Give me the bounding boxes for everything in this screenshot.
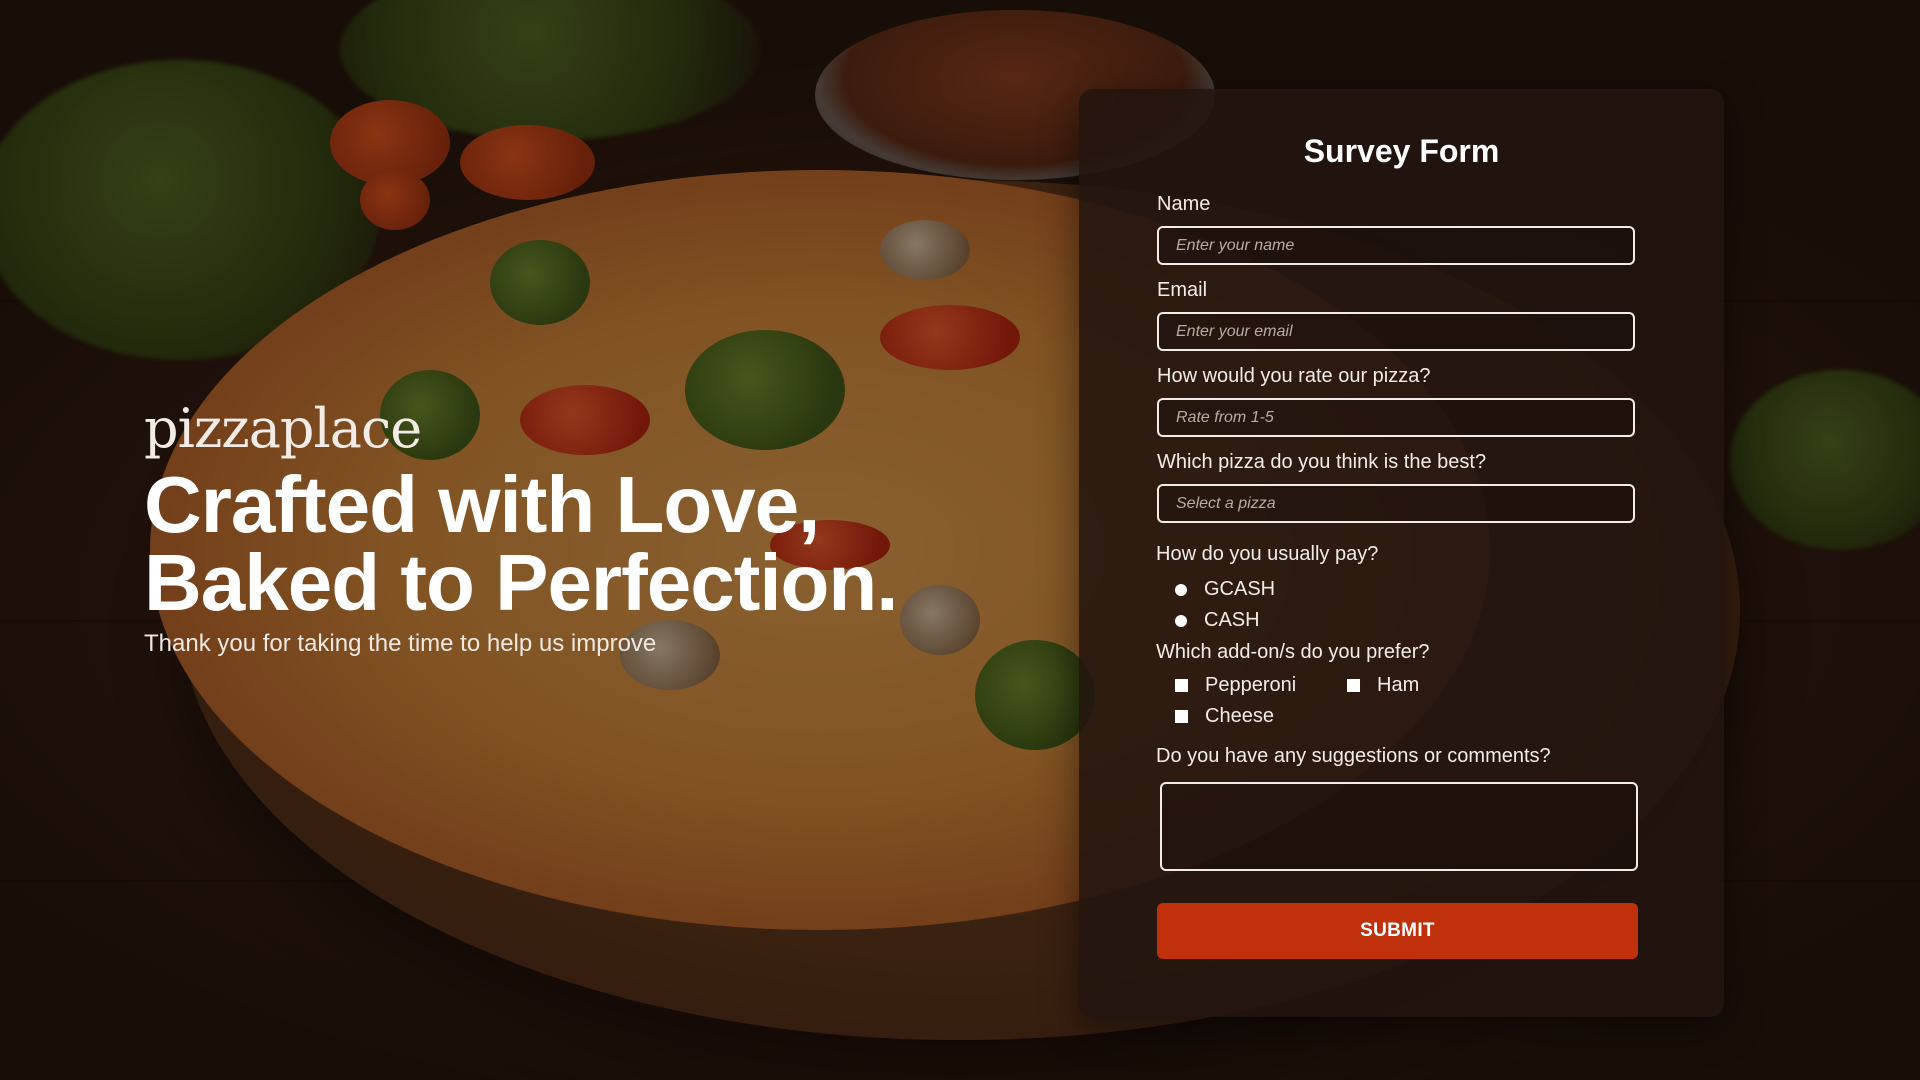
- survey-form-card: Survey Form Name Email How would you rat…: [1079, 89, 1724, 1017]
- addons-label: Which add-on/s do you prefer?: [1156, 641, 1430, 663]
- checkbox-icon: [1175, 679, 1188, 692]
- headline-line-1: Crafted with Love,: [144, 460, 820, 549]
- checkbox-icon: [1175, 710, 1188, 723]
- hero-section: pizzaplace Crafted with Love, Baked to P…: [144, 402, 984, 658]
- best-pizza-label: Which pizza do you think is the best?: [1157, 451, 1487, 473]
- addon-option-label: Pepperoni: [1205, 674, 1297, 696]
- comments-textarea[interactable]: [1160, 782, 1638, 871]
- name-input[interactable]: [1157, 226, 1635, 265]
- addon-option-label: Ham: [1377, 674, 1420, 696]
- addon-option-cheese[interactable]: Cheese: [1175, 705, 1274, 728]
- rating-label: How would you rate our pizza?: [1157, 365, 1431, 387]
- payment-option-cash[interactable]: CASH: [1175, 609, 1260, 632]
- radio-dot-icon: [1175, 583, 1187, 596]
- comments-label: Do you have any suggestions or comments?: [1156, 745, 1551, 767]
- hero-subline: Thank you for taking the time to help us…: [144, 630, 657, 657]
- addon-option-pepperoni[interactable]: Pepperoni: [1175, 674, 1296, 697]
- payment-label: How do you usually pay?: [1156, 543, 1379, 565]
- payment-option-gcash[interactable]: GCASH: [1175, 578, 1275, 601]
- checkbox-icon: [1347, 679, 1360, 692]
- form-title: Survey Form: [1303, 133, 1500, 169]
- submit-button[interactable]: SUBMIT: [1157, 903, 1638, 959]
- email-input[interactable]: [1157, 312, 1635, 351]
- rating-input[interactable]: [1157, 398, 1635, 437]
- payment-option-label: CASH: [1204, 609, 1260, 631]
- email-label: Email: [1157, 279, 1208, 301]
- hero-headline: Crafted with Love, Baked to Perfection.: [144, 465, 984, 623]
- name-label: Name: [1157, 193, 1211, 215]
- addon-option-ham[interactable]: Ham: [1347, 674, 1419, 697]
- headline-line-2: Baked to Perfection.: [144, 538, 899, 627]
- best-pizza-select[interactable]: Select a pizza: [1157, 484, 1635, 523]
- brand-logo: pizzaplace: [144, 397, 422, 460]
- payment-option-label: GCASH: [1204, 578, 1276, 600]
- radio-dot-icon: [1175, 614, 1187, 627]
- addon-option-label: Cheese: [1205, 705, 1274, 727]
